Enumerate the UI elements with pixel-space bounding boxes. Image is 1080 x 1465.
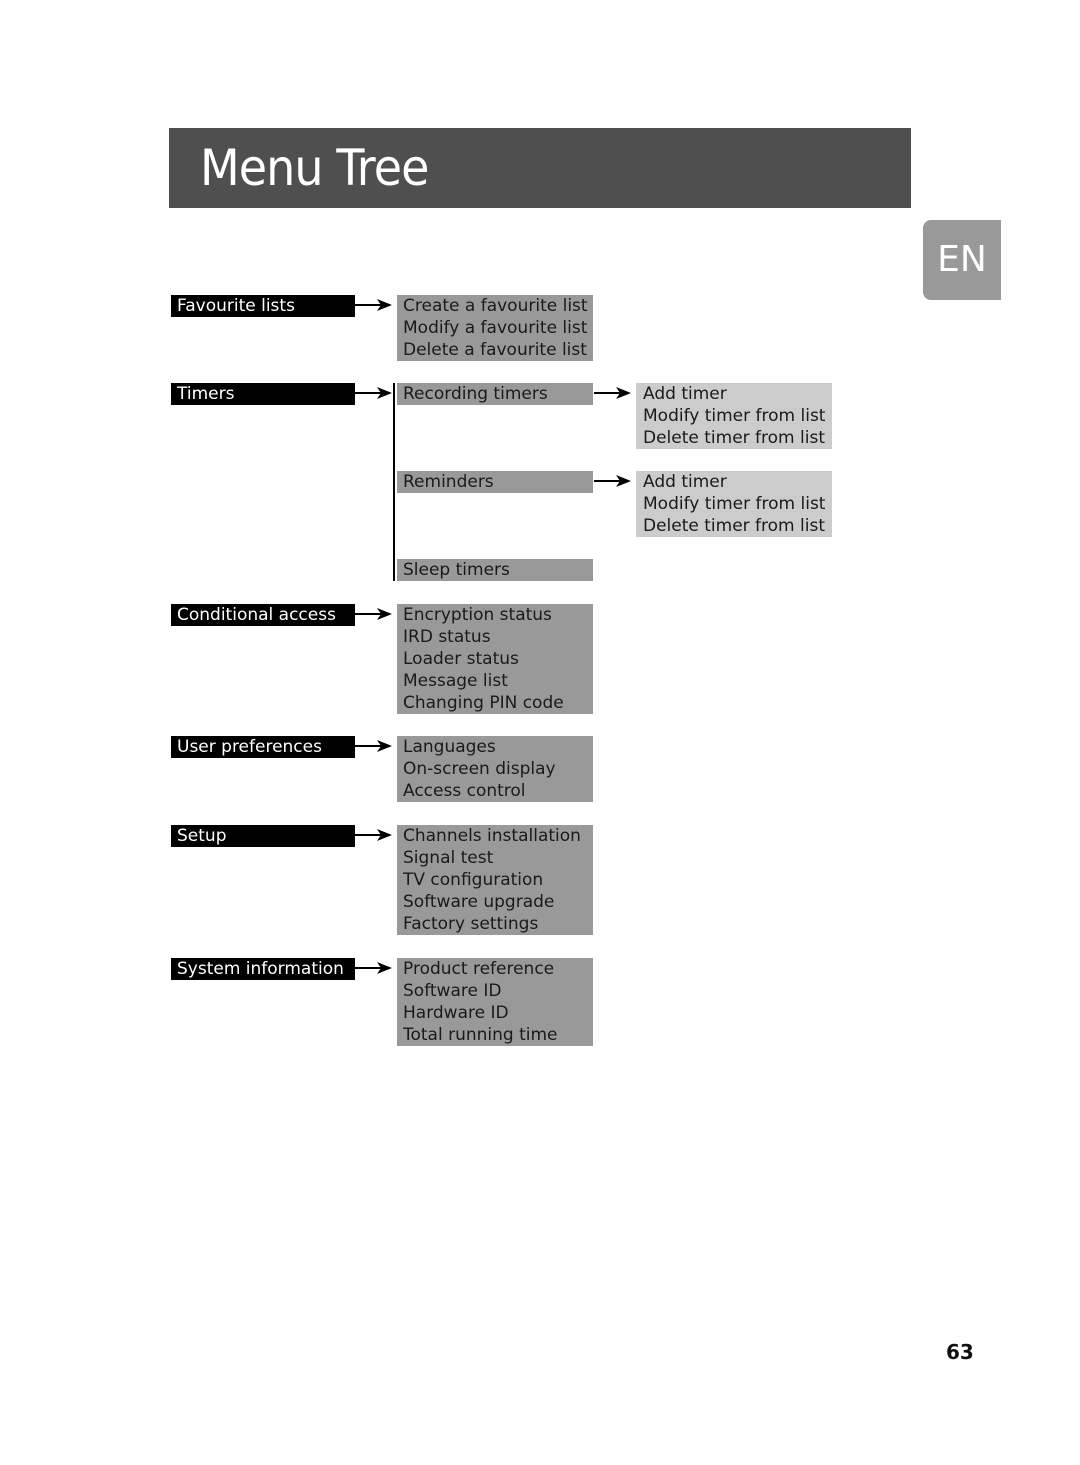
- title-bar: Menu Tree: [169, 128, 911, 208]
- submenu-item: IRD status: [403, 627, 491, 647]
- submenu-item: Encryption status: [403, 605, 552, 625]
- user-preferences-submenu: Languages On-screen display Access contr…: [397, 736, 593, 802]
- page-number: 63: [946, 1340, 974, 1364]
- language-tab: EN: [923, 220, 1001, 300]
- submenu-item: Hardware ID: [403, 1003, 509, 1023]
- recording-timers-submenu: Add timer Modify timer from list Delete …: [636, 383, 832, 449]
- reminders-submenu: Add timer Modify timer from list Delete …: [636, 471, 832, 537]
- submenu-item: Channels installation: [403, 826, 581, 846]
- submenu-item: Message list: [403, 671, 508, 691]
- submenu-item: Sleep timers: [403, 560, 510, 580]
- submenu-item: TV configuration: [403, 870, 544, 890]
- submenu-item: Delete timer from list: [643, 516, 825, 536]
- submenu-item: Recording timers: [403, 384, 548, 404]
- submenu-item: Changing PIN code: [403, 693, 564, 713]
- favourite-submenu: Create a favourite list Modify a favouri…: [397, 295, 593, 361]
- arrow-icon: [355, 298, 393, 312]
- reminders-item: Reminders: [397, 471, 593, 493]
- sleep-timers-item: Sleep timers: [397, 559, 593, 581]
- conditional-access-submenu: Encryption status IRD status Loader stat…: [397, 604, 593, 714]
- submenu-item: Create a favourite list: [403, 296, 588, 316]
- submenu-item: Signal test: [403, 848, 494, 868]
- submenu-item: Product reference: [403, 959, 555, 979]
- setup-submenu: Channels installation Signal test TV con…: [397, 825, 593, 935]
- arrow-icon: [355, 607, 393, 621]
- submenu-item: Access control: [403, 781, 526, 801]
- submenu-item: Delete timer from list: [643, 428, 825, 448]
- arrow-icon: [355, 386, 393, 400]
- submenu-item: Reminders: [403, 472, 494, 492]
- submenu-item: Languages: [403, 737, 496, 757]
- submenu-item: Modify timer from list: [643, 494, 826, 514]
- submenu-item: Modify a favourite list: [403, 318, 588, 338]
- timers-branch-line: [393, 383, 395, 581]
- page-title: Menu Tree: [200, 139, 429, 197]
- submenu-item: Delete a favourite list: [403, 340, 587, 360]
- submenu-item: Add timer: [643, 472, 727, 492]
- submenu-item: Total running time: [403, 1025, 558, 1045]
- menu-system-information: System information: [171, 958, 355, 980]
- submenu-item: Loader status: [403, 649, 519, 669]
- submenu-item: Software ID: [403, 981, 502, 1001]
- arrow-icon: [355, 961, 393, 975]
- arrow-icon: [355, 828, 393, 842]
- menu-conditional-access: Conditional access: [171, 604, 355, 626]
- submenu-item: Software upgrade: [403, 892, 555, 912]
- submenu-item: Factory settings: [403, 914, 539, 934]
- arrow-icon: [594, 386, 632, 400]
- submenu-item: Add timer: [643, 384, 727, 404]
- menu-timers: Timers: [171, 383, 355, 405]
- menu-user-preferences: User preferences: [171, 736, 355, 758]
- system-information-submenu: Product reference Software ID Hardware I…: [397, 958, 593, 1046]
- menu-setup: Setup: [171, 825, 355, 847]
- menu-favourite-lists: Favourite lists: [171, 295, 355, 317]
- arrow-icon: [355, 739, 393, 753]
- submenu-item: On-screen display: [403, 759, 556, 779]
- submenu-item: Modify timer from list: [643, 406, 826, 426]
- recording-timers-item: Recording timers: [397, 383, 593, 405]
- arrow-icon: [594, 474, 632, 488]
